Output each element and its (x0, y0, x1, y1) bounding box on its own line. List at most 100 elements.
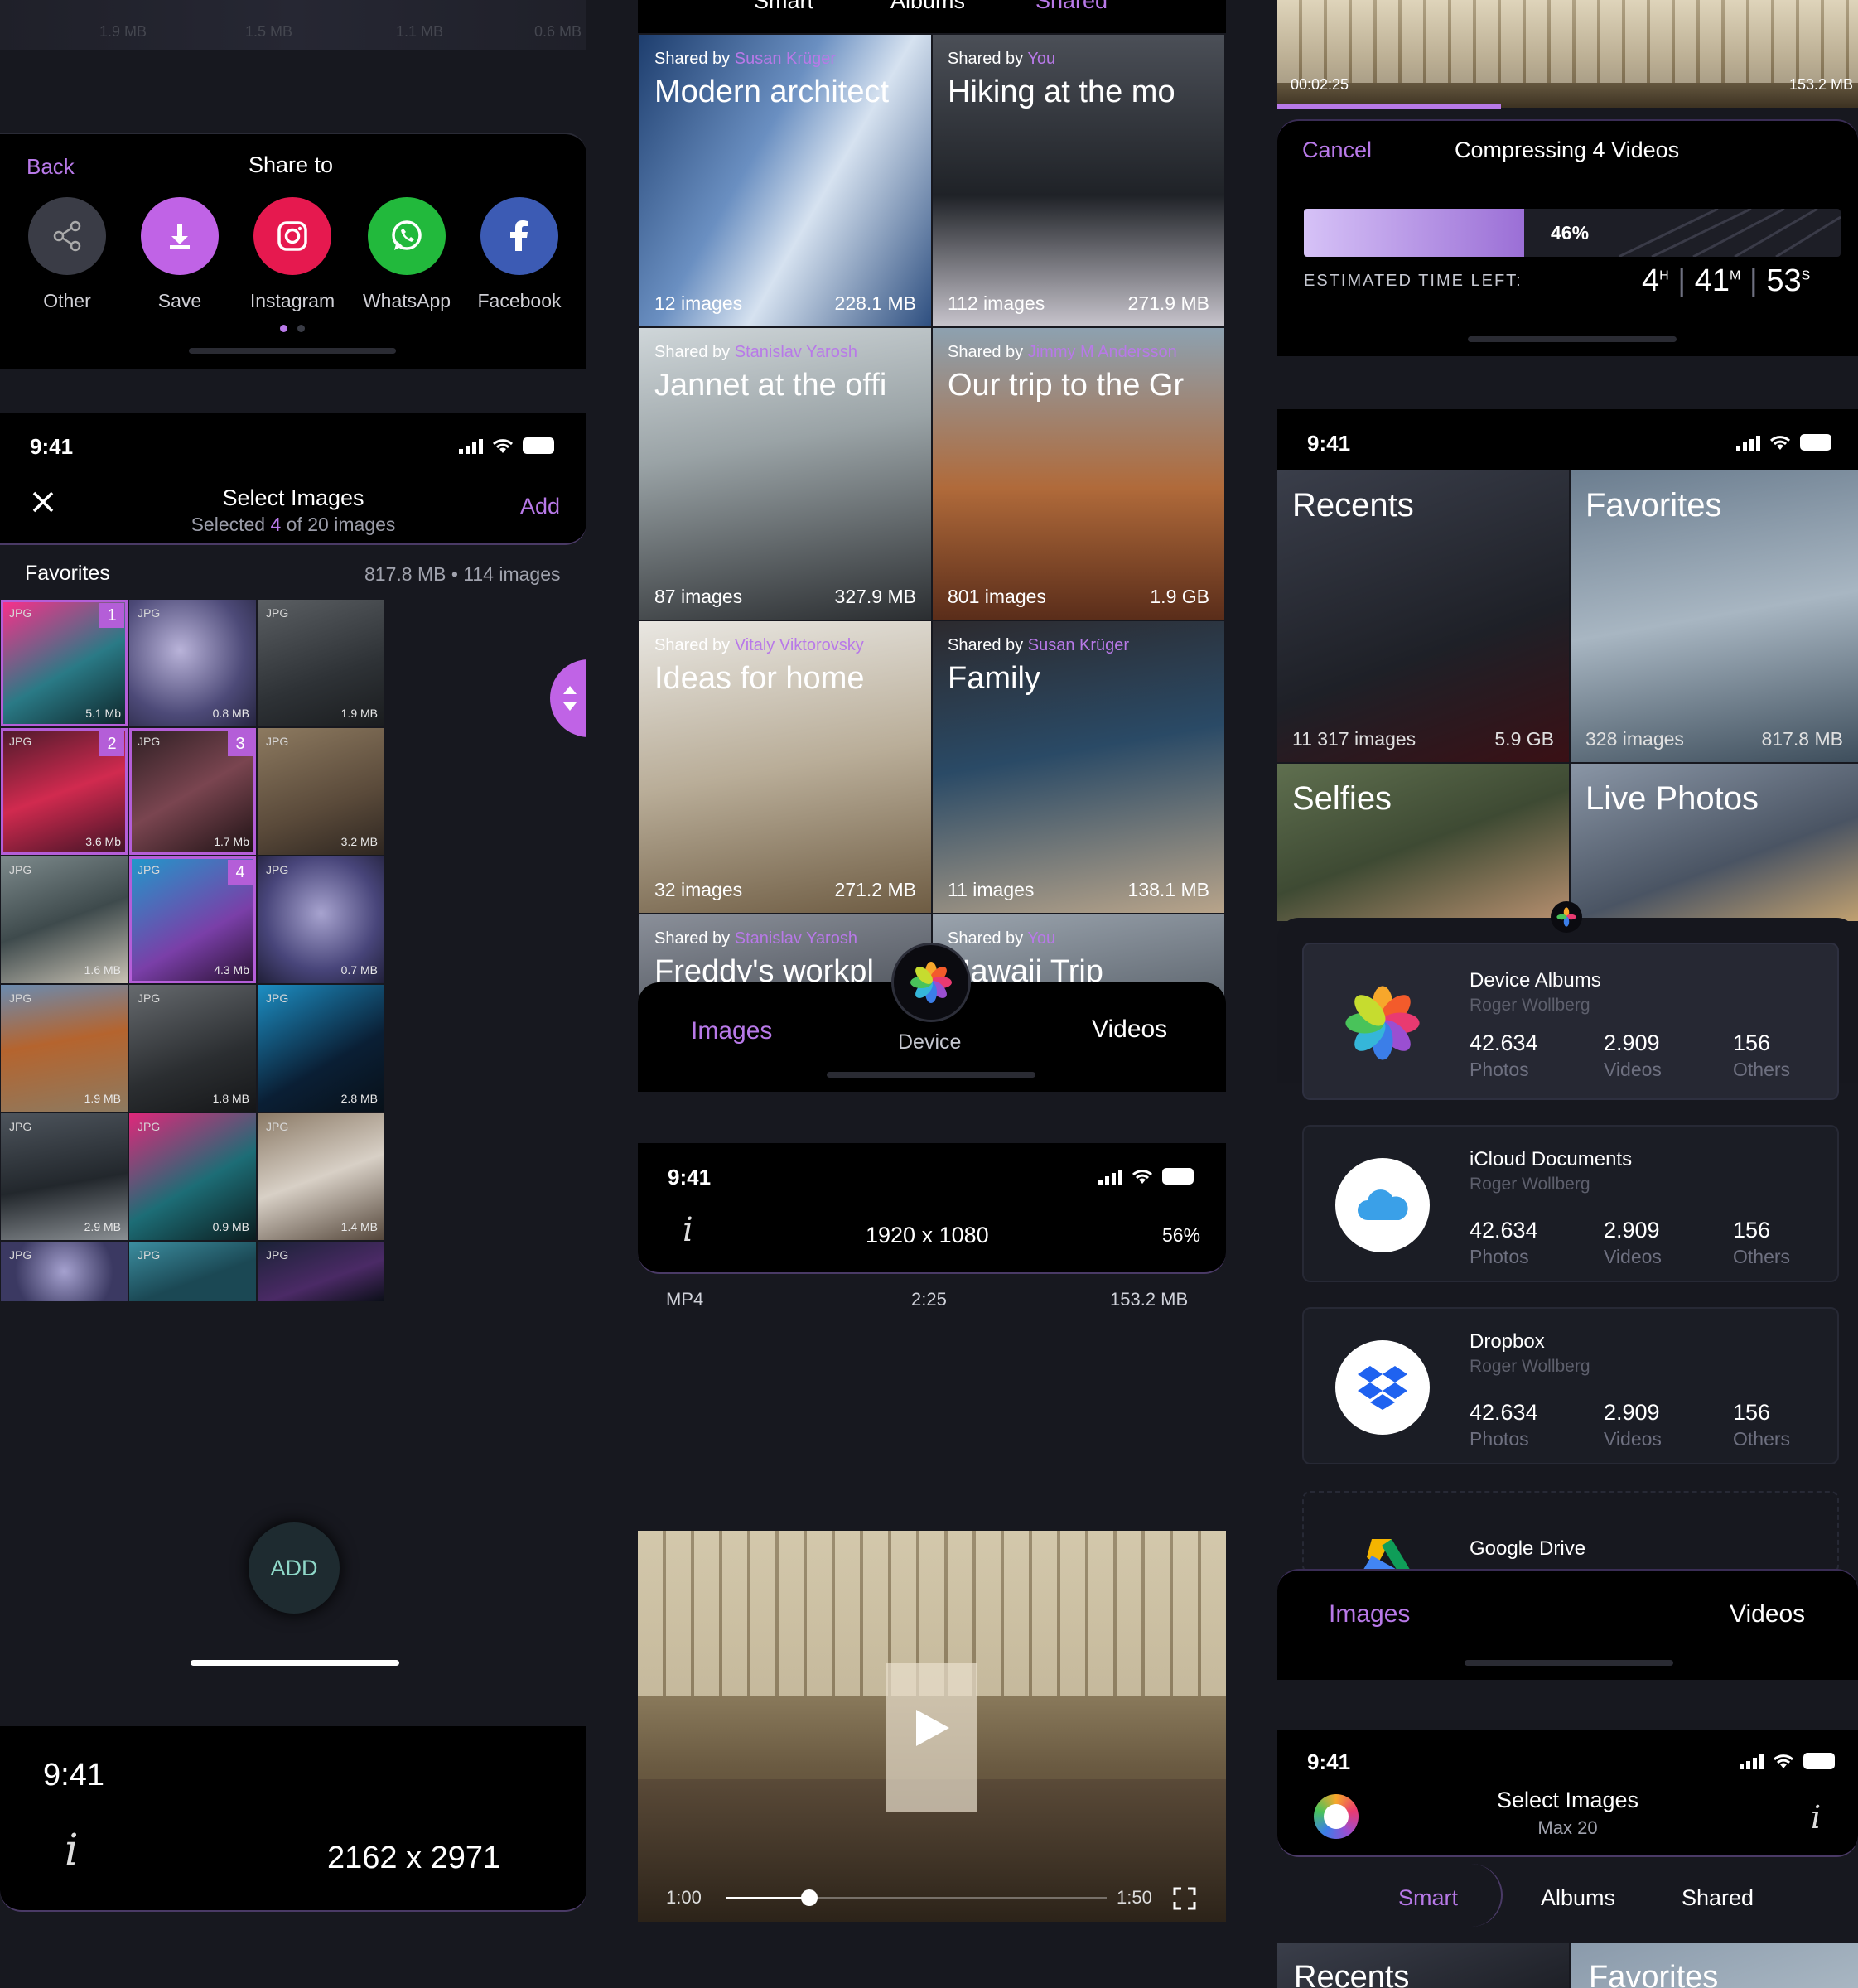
shared-album-tile[interactable]: Shared by Stanislav Yarosh Jannet at the … (639, 328, 931, 620)
select2-category-recents[interactable]: Recents (1277, 1943, 1569, 1988)
status-icons (1740, 1753, 1835, 1769)
info-icon[interactable]: i (65, 1826, 79, 1875)
cancel-button[interactable]: Cancel (1302, 138, 1372, 163)
scrubber-track[interactable] (726, 1889, 1107, 1906)
source-icloud[interactable]: iCloud Documents Roger Wollberg 42.634 P… (1302, 1125, 1839, 1282)
share-facebook-button[interactable] (480, 197, 558, 275)
battery-icon (1162, 1168, 1194, 1185)
category-favorites[interactable]: Favorites 328 images 817.8 MB (1571, 470, 1858, 762)
tab-smart-pill (1277, 1864, 1503, 1927)
others-count: 156 (1733, 1218, 1771, 1242)
shared-album-tile[interactable]: Shared by Jimmy M Andersson Our trip to t… (933, 328, 1224, 620)
share-other-button[interactable] (28, 197, 106, 275)
photo-tile[interactable]: JPG 0.8 MB (129, 600, 256, 726)
tab-smart[interactable]: Smart (1398, 1885, 1458, 1911)
shared-by-prefix: Shared by (948, 929, 1028, 948)
photo-tile[interactable]: JPG 5.1 Mb 1 (1, 600, 128, 726)
photos-label: Photos (1470, 1059, 1529, 1080)
back-button[interactable]: Back (27, 154, 75, 180)
photo-tile[interactable]: JPG 4.3 Mb 4 (129, 856, 256, 983)
photos-count: 42.634 (1470, 1400, 1538, 1425)
eta-value: 4H | 41M | 53S (1642, 263, 1810, 299)
eta-minutes-unit: M (1729, 268, 1741, 283)
photo-tile[interactable]: JPG (1, 1242, 128, 1301)
info-icon[interactable]: i (1811, 1799, 1821, 1836)
photo-size: 0.8 MB (212, 707, 249, 720)
tab-images[interactable]: Images (691, 1017, 772, 1045)
category-recents[interactable]: Recents 11 317 images 5.9 GB (1277, 470, 1569, 762)
others-label: Others (1733, 1059, 1791, 1080)
shared-album-tile[interactable]: Shared by Vitaly Viktorovsky Ideas for ho… (639, 621, 931, 913)
photo-tile[interactable]: JPG 0.9 MB (129, 1113, 256, 1240)
category-selfies[interactable]: Selfies (1277, 764, 1569, 921)
scroll-indicator[interactable] (191, 1660, 399, 1666)
info-icon[interactable]: i (683, 1211, 693, 1249)
photo-grid: JPG 5.1 Mb 1 JPG 0.8 MB JPG 1.9 MB JPG 3.6 Mb 2 JP… (0, 600, 586, 1301)
tab-device[interactable]: Device (898, 1030, 961, 1054)
shared-grid: Shared by Susan Krüger Modern architect 12… (639, 35, 1224, 1006)
photo-tile[interactable]: JPG 3.2 MB (258, 728, 384, 855)
share-whatsapp-button[interactable] (368, 197, 446, 275)
sheet-handle[interactable] (1551, 901, 1582, 933)
photo-tile[interactable]: JPG 2.9 MB (1, 1113, 128, 1240)
device-button[interactable] (891, 943, 971, 1022)
shared-by-user[interactable]: Vitaly Viktorovsky (735, 636, 864, 654)
share-save-button[interactable] (141, 197, 219, 275)
source-google-drive[interactable]: Google Drive (1302, 1491, 1839, 1574)
tab-shared[interactable]: Shared (1035, 0, 1108, 14)
source-device-albums[interactable]: Device Albums Roger Wollberg 42.634 Phot… (1302, 943, 1839, 1100)
tab-smart[interactable]: Smart (754, 0, 813, 14)
source-dropbox[interactable]: Dropbox Roger Wollberg 42.634 Photos 2.9… (1302, 1307, 1839, 1464)
photo-tile[interactable]: JPG 2.8 MB (258, 985, 384, 1112)
shared-by-user[interactable]: You (1027, 929, 1055, 948)
shared-by-user[interactable]: Susan Krüger (735, 50, 836, 68)
middle-column: Smart Albums Shared Shared by Susan Krüg… (638, 0, 1226, 1988)
photo-size: 0.9 MB (212, 1220, 249, 1233)
shared-by: Shared by Vitaly Viktorovsky (654, 636, 864, 655)
shared-by: Shared by Jimmy M Andersson (948, 343, 1177, 362)
eta-seconds: 53 (1766, 263, 1802, 298)
tab-videos[interactable]: Videos (1730, 1600, 1805, 1629)
photo-tile[interactable]: JPG 0.7 MB (258, 856, 384, 983)
tab-shared[interactable]: Shared (1682, 1885, 1754, 1911)
share-instagram-button[interactable] (253, 197, 331, 275)
album-title: Modern architect (654, 75, 890, 109)
shared-by-user[interactable]: Stanislav Yarosh (735, 929, 857, 948)
photo-tile[interactable]: JPG (129, 1242, 256, 1301)
category-title: Selfies (1292, 780, 1392, 817)
shared-album-tile[interactable]: Shared by Susan Krüger Modern architect 12… (639, 35, 931, 326)
photo-tile[interactable]: JPG 1.6 MB (1, 856, 128, 983)
photo-tile[interactable]: JPG (258, 1242, 384, 1301)
photo-tile[interactable]: JPG 1.9 MB (258, 600, 384, 726)
add-floating-button[interactable]: ADD (249, 1522, 340, 1614)
photo-tile[interactable]: JPG 3.6 Mb 2 (1, 728, 128, 855)
photo-tile[interactable]: JPG 1.9 MB (1, 985, 128, 1112)
shared-by-user[interactable]: Stanislav Yarosh (735, 343, 857, 361)
others-label: Others (1733, 1428, 1791, 1450)
category-live-photos[interactable]: Live Photos (1571, 764, 1858, 921)
add-link[interactable]: Add (520, 494, 560, 519)
status-time: 9:41 (1307, 1749, 1351, 1774)
select2-category-favorites[interactable]: Favorites (1571, 1943, 1858, 1988)
photo-tile[interactable]: JPG 1.7 Mb 3 (129, 728, 256, 855)
photo-tile[interactable]: JPG 1.8 MB (129, 985, 256, 1112)
tab-videos[interactable]: Videos (1092, 1016, 1167, 1044)
album-size: 271.2 MB (834, 879, 916, 900)
photo-tile[interactable]: JPG 1.4 MB (258, 1113, 384, 1240)
others-count: 156 (1733, 1030, 1771, 1055)
play-icon[interactable] (915, 1708, 951, 1748)
tab-albums[interactable]: Albums (1541, 1885, 1615, 1911)
shared-by-user[interactable]: You (1027, 50, 1055, 68)
top-tabs: Smart Albums Shared (638, 0, 1226, 33)
tab-albums[interactable]: Albums (890, 0, 965, 14)
shared-album-tile[interactable]: Shared by You Hiking at the mo 112 images 2… (933, 35, 1224, 326)
photos-label: Photos (1470, 1246, 1529, 1267)
source-owner: Roger Wollberg (1470, 1175, 1590, 1194)
fullscreen-icon[interactable] (1173, 1887, 1196, 1910)
shared-by-user[interactable]: Jimmy M Andersson (1028, 343, 1177, 361)
battery-icon (1800, 434, 1831, 451)
photo-size: 1.9 MB (84, 1092, 121, 1105)
tab-images[interactable]: Images (1329, 1600, 1410, 1629)
shared-by-user[interactable]: Susan Krüger (1028, 636, 1129, 654)
shared-album-tile[interactable]: Shared by Susan Krüger Family 11 images 138… (933, 621, 1224, 913)
